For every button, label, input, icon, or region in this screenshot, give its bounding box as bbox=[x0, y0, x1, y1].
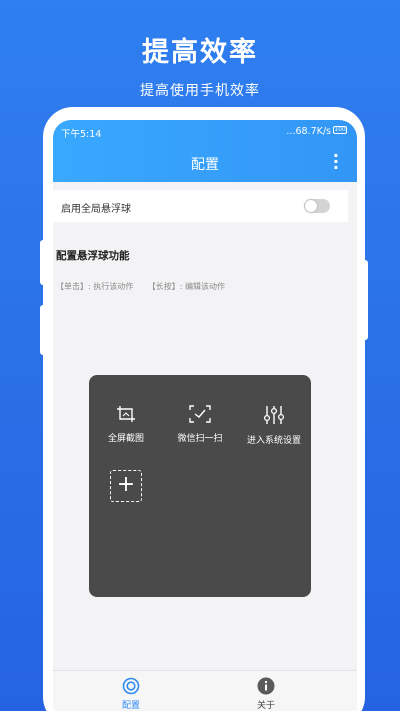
promo-subline: 提高使用手机效率 bbox=[140, 83, 260, 99]
info-icon bbox=[257, 677, 275, 695]
bottom-nav: 配置 关于 bbox=[53, 670, 357, 711]
screenshot-icon bbox=[117, 406, 135, 422]
action-wechat-scan[interactable]: 微信扫一扫 bbox=[163, 405, 237, 444]
floating-action-panel: 全屏截图 微信扫一扫 进入系统设置 + bbox=[89, 375, 311, 597]
phone-screen: 下午5:14 ...68.7K/s 100 配置 · · · 启用全局悬浮球 配置悬… bbox=[53, 120, 357, 711]
nav-label: 配置 bbox=[121, 701, 140, 711]
promo-headline: 提高效率 bbox=[142, 37, 258, 68]
nav-item-about[interactable]: 关于 bbox=[236, 677, 296, 711]
floating-ball-toggle-row[interactable]: 启用全局悬浮球 bbox=[53, 190, 348, 222]
config-ring-icon bbox=[122, 677, 140, 695]
action-label: 微信扫一扫 bbox=[177, 434, 223, 444]
page-title: 配置 bbox=[191, 157, 219, 173]
status-time: 下午5:14 bbox=[61, 129, 102, 140]
action-label: 进入系统设置 bbox=[246, 436, 301, 446]
status-network-speed: ...68.7K/s bbox=[286, 126, 331, 137]
sliders-icon bbox=[263, 406, 285, 424]
usage-hint: 【单击】: 执行该动作 【长按】: 编辑该动作 bbox=[56, 281, 237, 292]
status-bar: 下午5:14 ...68.7K/s 100 bbox=[53, 120, 357, 142]
action-label: 全屏截图 bbox=[107, 434, 144, 444]
action-system-settings[interactable]: 进入系统设置 bbox=[237, 405, 311, 446]
hint-click: 【单击】: 执行该动作 bbox=[56, 282, 134, 291]
section-title: 配置悬浮球功能 bbox=[56, 250, 130, 262]
scan-icon bbox=[189, 405, 211, 423]
floating-ball-switch[interactable] bbox=[304, 199, 330, 213]
nav-label: 关于 bbox=[256, 701, 275, 711]
app-bar: 下午5:14 ...68.7K/s 100 配置 · · · bbox=[53, 120, 357, 182]
phone-side-button bbox=[40, 305, 46, 355]
nav-item-config[interactable]: 配置 bbox=[101, 677, 161, 711]
battery-icon: 100 bbox=[333, 126, 347, 134]
phone-side-button bbox=[40, 240, 46, 285]
switch-knob bbox=[305, 200, 317, 212]
more-vertical-icon[interactable]: · · · bbox=[333, 148, 339, 176]
phone-side-button bbox=[362, 260, 368, 340]
add-action-button[interactable]: + bbox=[110, 470, 142, 502]
action-fullscreen-screenshot[interactable]: 全屏截图 bbox=[89, 405, 163, 444]
floating-ball-toggle-label: 启用全局悬浮球 bbox=[61, 204, 131, 215]
hint-long-press: 【长按】: 编辑该动作 bbox=[147, 282, 226, 291]
